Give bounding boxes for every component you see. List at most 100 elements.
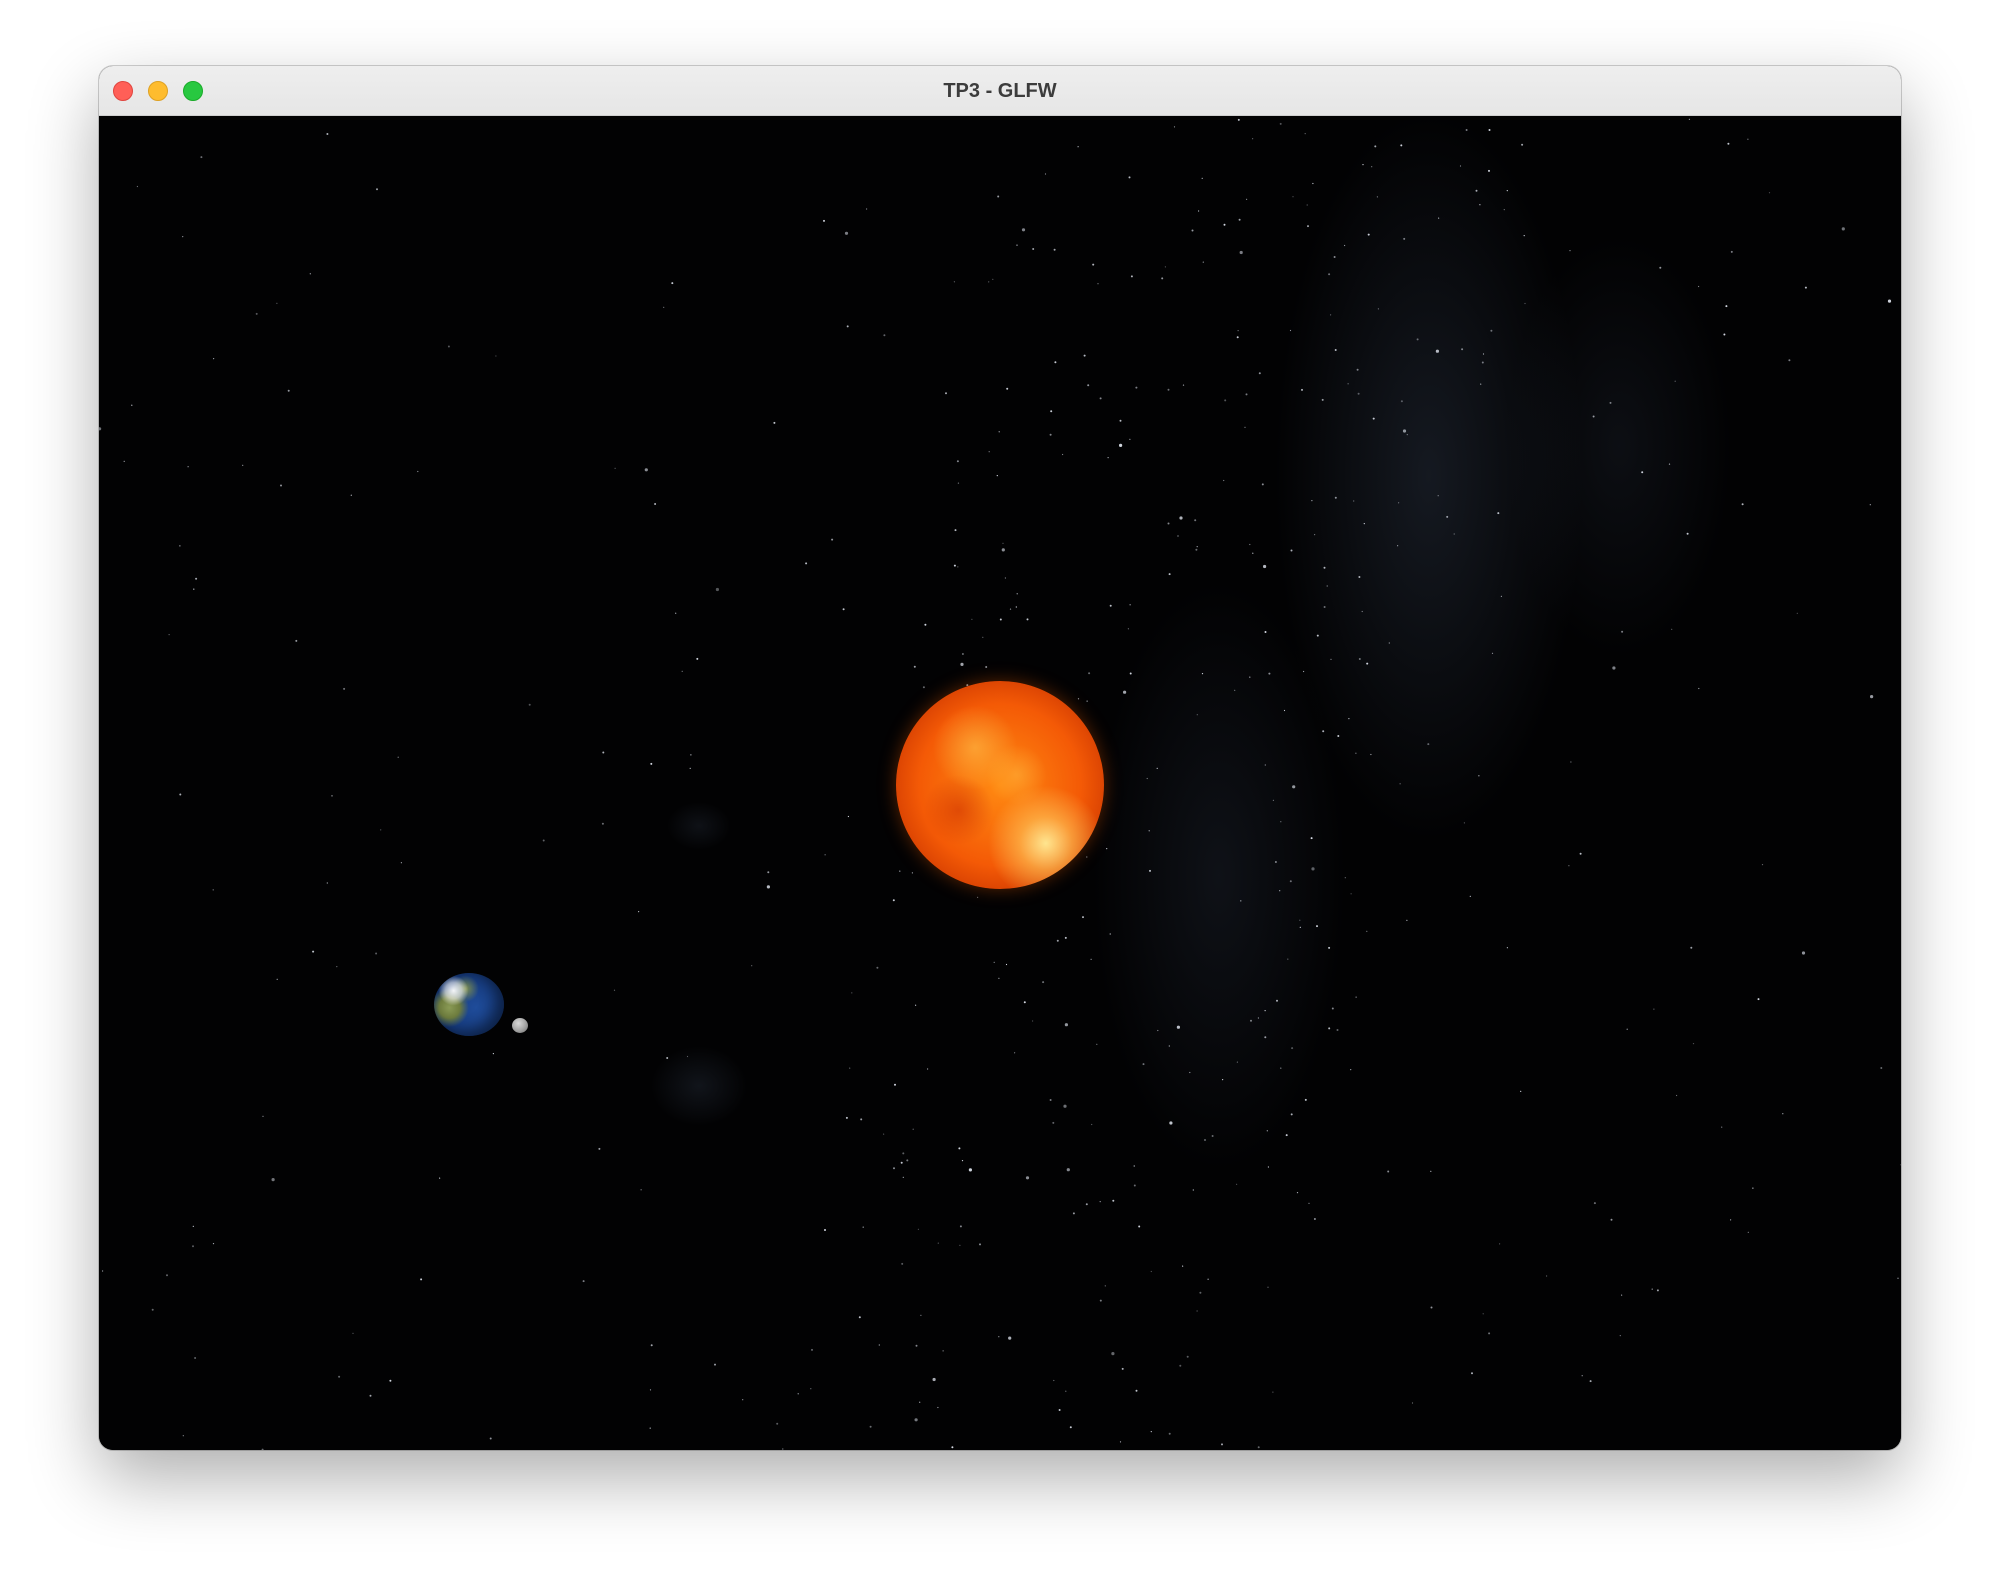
star bbox=[1306, 204, 1308, 206]
star bbox=[1257, 1446, 1260, 1449]
star bbox=[1167, 388, 1170, 391]
star bbox=[1326, 585, 1328, 587]
star bbox=[1168, 1045, 1170, 1047]
star bbox=[686, 1055, 689, 1058]
star bbox=[654, 503, 657, 505]
star bbox=[957, 482, 960, 484]
title-bar[interactable]: TP3 - GLFW bbox=[99, 66, 1901, 116]
star bbox=[1123, 690, 1127, 694]
star bbox=[1201, 673, 1204, 675]
star bbox=[1090, 958, 1092, 960]
star bbox=[400, 862, 402, 864]
star bbox=[1481, 361, 1484, 364]
star bbox=[276, 302, 278, 304]
star bbox=[1347, 383, 1349, 385]
star bbox=[200, 156, 203, 159]
star bbox=[123, 460, 125, 462]
star bbox=[1004, 577, 1007, 579]
star bbox=[1328, 1027, 1331, 1030]
star bbox=[1686, 532, 1689, 535]
sun-sphere bbox=[896, 681, 1104, 889]
star bbox=[1579, 852, 1582, 855]
star bbox=[650, 762, 653, 765]
star bbox=[901, 1262, 904, 1265]
star bbox=[1196, 1310, 1198, 1312]
star bbox=[1316, 925, 1318, 928]
star bbox=[1246, 198, 1248, 200]
star bbox=[797, 1393, 799, 1395]
star bbox=[312, 950, 315, 953]
star bbox=[1376, 196, 1378, 198]
star bbox=[675, 612, 677, 614]
star bbox=[1296, 1192, 1299, 1194]
star bbox=[492, 1053, 494, 1055]
star bbox=[1377, 308, 1379, 310]
star bbox=[1463, 822, 1465, 824]
star bbox=[869, 1425, 872, 1428]
star bbox=[1592, 415, 1595, 418]
star bbox=[1056, 939, 1059, 942]
star bbox=[1002, 542, 1004, 544]
star bbox=[582, 1280, 585, 1283]
star bbox=[1321, 398, 1324, 401]
star bbox=[1653, 1008, 1655, 1010]
star bbox=[1626, 1028, 1628, 1030]
star bbox=[1506, 947, 1508, 949]
star bbox=[1099, 1201, 1101, 1203]
star bbox=[1245, 393, 1248, 396]
star bbox=[1264, 631, 1267, 633]
star bbox=[1001, 548, 1005, 552]
star bbox=[810, 1388, 812, 1390]
star bbox=[742, 1399, 744, 1401]
star bbox=[1135, 386, 1138, 389]
star bbox=[1292, 785, 1296, 789]
star bbox=[1668, 463, 1671, 465]
star bbox=[1804, 286, 1807, 289]
star bbox=[911, 872, 914, 874]
star bbox=[1523, 235, 1525, 237]
star bbox=[1016, 244, 1018, 246]
app-window: TP3 - GLFW bbox=[99, 66, 1901, 1450]
star bbox=[847, 815, 850, 818]
star bbox=[1355, 752, 1357, 754]
star bbox=[1189, 1071, 1191, 1074]
star bbox=[1167, 522, 1170, 525]
star bbox=[280, 484, 282, 487]
star bbox=[1897, 1277, 1899, 1279]
star bbox=[1279, 122, 1282, 125]
star bbox=[1049, 433, 1052, 436]
star bbox=[1301, 388, 1303, 391]
star bbox=[1077, 698, 1080, 700]
star bbox=[1066, 1168, 1070, 1172]
star bbox=[1238, 218, 1241, 221]
star bbox=[1142, 1063, 1145, 1066]
star bbox=[192, 1225, 194, 1227]
star bbox=[1568, 865, 1570, 867]
star bbox=[193, 588, 195, 590]
star bbox=[1008, 1336, 1012, 1340]
star bbox=[1336, 1029, 1339, 1031]
star bbox=[1459, 165, 1462, 167]
star bbox=[1083, 354, 1086, 357]
star bbox=[1264, 1010, 1266, 1012]
star bbox=[601, 822, 604, 825]
star bbox=[1128, 176, 1131, 179]
star bbox=[168, 634, 170, 636]
star bbox=[1021, 228, 1026, 232]
opengl-viewport[interactable] bbox=[99, 116, 1901, 1450]
star bbox=[1398, 502, 1400, 504]
star bbox=[1721, 1126, 1723, 1128]
star bbox=[1199, 1291, 1202, 1294]
star bbox=[1240, 900, 1242, 902]
star bbox=[1581, 1375, 1583, 1377]
star bbox=[842, 608, 845, 611]
star bbox=[255, 312, 258, 315]
star bbox=[846, 325, 849, 328]
star bbox=[1741, 503, 1744, 506]
star bbox=[166, 1274, 168, 1277]
star bbox=[1192, 1189, 1194, 1191]
star bbox=[956, 460, 959, 463]
star bbox=[663, 306, 665, 308]
star bbox=[977, 896, 979, 899]
star bbox=[1044, 173, 1047, 175]
